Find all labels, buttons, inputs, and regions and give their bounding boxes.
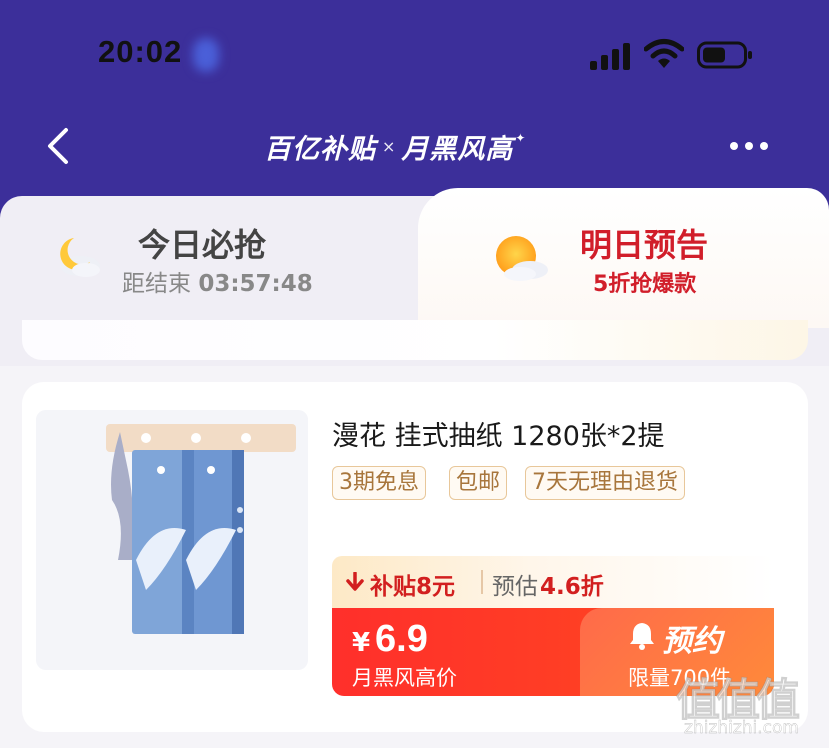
tag-return-policy: 7天无理由退货 [525, 466, 685, 500]
subsidy-amount: 补贴8元 [370, 574, 456, 600]
battery-icon [697, 41, 752, 69]
logo-separator: × [382, 136, 396, 156]
countdown: 距结束 03:57:48 [122, 264, 313, 298]
sun-icon [496, 236, 548, 281]
tab-tomorrow-subtitle: 5折抢爆款 [593, 272, 697, 297]
watermark-url: zhizhizhi.com [684, 718, 799, 738]
more-button[interactable] [730, 138, 776, 154]
camera-indicator [193, 38, 219, 72]
more-dot-icon [730, 142, 738, 150]
chevron-left-icon [48, 128, 68, 164]
signal-icon [590, 42, 632, 70]
sparkle-icon: ✦ [515, 131, 526, 145]
back-button[interactable] [40, 124, 80, 168]
price-label: 月黑风高价 [352, 666, 457, 690]
price-currency: ¥ [352, 628, 371, 658]
estimate-label: 预估 [492, 574, 538, 600]
reserve-label: 预约 [662, 624, 722, 659]
more-dot-icon [760, 142, 768, 150]
countdown-time: 03:57:48 [198, 271, 313, 297]
logo-brand: 百亿补贴 [264, 133, 376, 165]
moon-icon [60, 238, 100, 277]
bell-icon [630, 623, 654, 650]
status-time: 20:02 [98, 34, 183, 69]
arrow-down-icon [346, 572, 364, 591]
price-value: 6.9 [375, 618, 428, 660]
tab-today-title: 今日必抢 [138, 226, 267, 264]
estimate-discount: 4.6折 [540, 574, 604, 600]
countdown-label: 距结束 [122, 271, 191, 297]
tab-tomorrow-title: 明日预告 [580, 226, 709, 264]
more-dot-icon [745, 142, 753, 150]
tag-installment: 3期免息 [332, 466, 426, 500]
event-logo: 百亿补贴 × 月黑风高 ✦ [264, 124, 525, 168]
logo-event: 月黑风高 [401, 133, 514, 165]
wifi-icon [644, 39, 684, 68]
tag-free-shipping: 包邮 [449, 466, 508, 500]
product-image[interactable] [36, 410, 308, 670]
product-title[interactable]: 漫花 挂式抽纸 1280张*2提 [332, 414, 665, 453]
divider [481, 570, 483, 594]
previous-card-edge [22, 320, 808, 360]
